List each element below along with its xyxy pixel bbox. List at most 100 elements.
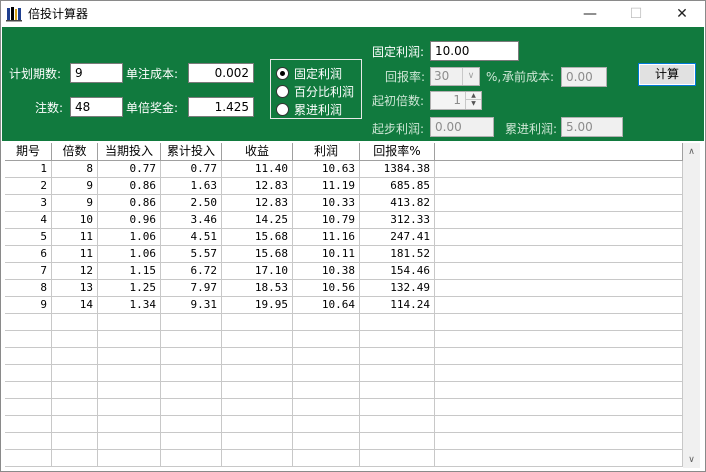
stepper-up-icon[interactable]: ▲ xyxy=(466,92,481,100)
table-row[interactable]: 6 11 1.06 5.57 15.68 10.11 181.52 xyxy=(5,246,683,263)
column-header[interactable]: 累计投入 xyxy=(161,143,222,161)
table-cell: 1.15 xyxy=(98,263,161,280)
scroll-up-icon[interactable]: ∧ xyxy=(683,143,700,160)
table-cell xyxy=(98,399,161,416)
table-cell: 8 xyxy=(52,161,98,178)
table-cell: 2 xyxy=(5,178,52,195)
table-cell xyxy=(435,263,683,280)
table-cell xyxy=(5,348,52,365)
table-cell xyxy=(98,433,161,450)
table-cell xyxy=(222,433,293,450)
results-table[interactable]: 期号 倍数 当期投入 累计投入 收益 利润 回报率% 1 8 0.77 0.77 11.40 10.6… xyxy=(5,143,683,468)
table-cell xyxy=(293,399,360,416)
table-cell xyxy=(222,399,293,416)
table-row[interactable]: 5 11 1.06 4.51 15.68 11.16 247.41 xyxy=(5,229,683,246)
start-profit-input[interactable]: 0.00 xyxy=(430,117,494,137)
vertical-scrollbar[interactable]: ∧ ∨ xyxy=(683,143,700,468)
title-bar[interactable]: 倍投计算器 — ☐ ✕ xyxy=(1,1,705,27)
single-cost-input[interactable]: 0.002 xyxy=(188,63,254,83)
progressive-profit-input[interactable]: 5.00 xyxy=(561,117,623,137)
chevron-down-icon[interactable]: ∨ xyxy=(462,68,479,85)
table-cell: 413.82 xyxy=(360,195,435,212)
bets-label: 注数: xyxy=(35,101,64,115)
start-multiple-stepper[interactable]: 1 ▲ ▼ xyxy=(430,91,482,110)
table-row[interactable]: 4 10 0.96 3.46 14.25 10.79 312.33 xyxy=(5,212,683,229)
unit-prize-input[interactable]: 1.425 xyxy=(188,97,254,117)
table-row[interactable]: 9 14 1.34 9.31 19.95 10.64 114.24 xyxy=(5,297,683,314)
table-cell: 9.31 xyxy=(161,297,222,314)
table-cell: 13 xyxy=(52,280,98,297)
column-header[interactable]: 期号 xyxy=(5,143,52,161)
empty-table-row[interactable] xyxy=(5,382,683,399)
table-cell: 0.77 xyxy=(98,161,161,178)
table-cell xyxy=(52,399,98,416)
table-cell xyxy=(435,246,683,263)
table-cell: 6 xyxy=(5,246,52,263)
table-cell xyxy=(435,365,683,382)
unit-prize-label: 单倍奖金: xyxy=(126,101,179,115)
bets-input[interactable]: 48 xyxy=(70,97,123,117)
empty-table-row[interactable] xyxy=(5,331,683,348)
minimize-button[interactable]: — xyxy=(567,1,613,27)
table-row[interactable]: 7 12 1.15 6.72 17.10 10.38 154.46 xyxy=(5,263,683,280)
maximize-button[interactable]: ☐ xyxy=(613,1,659,27)
column-header[interactable]: 收益 xyxy=(222,143,293,161)
table-cell: 5 xyxy=(5,229,52,246)
table-cell xyxy=(293,433,360,450)
table-row[interactable]: 1 8 0.77 0.77 11.40 10.63 1384.38 xyxy=(5,161,683,178)
table-cell xyxy=(98,365,161,382)
profit-mode-group: 固定利润 百分比利润 累进利润 xyxy=(270,59,362,119)
table-row[interactable]: 3 9 0.86 2.50 12.83 10.33 413.82 xyxy=(5,195,683,212)
table-cell xyxy=(161,399,222,416)
stepper-buttons: ▲ ▼ xyxy=(465,92,481,109)
table-cell xyxy=(52,416,98,433)
table-cell: 15.68 xyxy=(222,229,293,246)
empty-table-row[interactable] xyxy=(5,450,683,467)
table-cell xyxy=(98,450,161,467)
prior-cost-input[interactable]: 0.00 xyxy=(561,67,607,87)
table-row[interactable]: 2 9 0.86 1.63 12.83 11.19 685.85 xyxy=(5,178,683,195)
table-cell: 10.33 xyxy=(293,195,360,212)
radio-progressive-profit[interactable]: 累进利润 xyxy=(276,101,342,118)
fixed-profit-input[interactable]: 10.00 xyxy=(430,41,519,61)
column-header[interactable]: 倍数 xyxy=(52,143,98,161)
table-cell: 1.06 xyxy=(98,246,161,263)
table-cell: 11 xyxy=(52,246,98,263)
table-row[interactable]: 8 13 1.25 7.97 18.53 10.56 132.49 xyxy=(5,280,683,297)
scroll-down-icon[interactable]: ∨ xyxy=(683,451,700,468)
table-cell: 4.51 xyxy=(161,229,222,246)
return-rate-select[interactable]: 30 ∨ xyxy=(430,67,480,86)
radio-button-icon[interactable] xyxy=(276,103,289,116)
radio-button-icon[interactable] xyxy=(276,67,289,80)
table-cell xyxy=(360,399,435,416)
table-cell xyxy=(360,314,435,331)
table-cell xyxy=(360,416,435,433)
column-header[interactable]: 利润 xyxy=(293,143,360,161)
table-cell xyxy=(293,382,360,399)
table-cell xyxy=(161,314,222,331)
table-cell xyxy=(52,348,98,365)
empty-table-row[interactable] xyxy=(5,348,683,365)
empty-table-row[interactable] xyxy=(5,433,683,450)
table-cell: 132.49 xyxy=(360,280,435,297)
table-cell: 11 xyxy=(52,229,98,246)
calculator-app-icon xyxy=(6,7,22,22)
column-header[interactable]: 当期投入 xyxy=(98,143,161,161)
plan-periods-input[interactable]: 9 xyxy=(70,63,123,83)
empty-table-row[interactable] xyxy=(5,399,683,416)
empty-table-row[interactable] xyxy=(5,314,683,331)
table-cell: 1384.38 xyxy=(360,161,435,178)
table-cell: 9 xyxy=(52,178,98,195)
stepper-down-icon[interactable]: ▼ xyxy=(466,100,481,108)
radio-button-icon[interactable] xyxy=(276,85,289,98)
column-header[interactable]: 回报率% xyxy=(360,143,435,161)
close-button[interactable]: ✕ xyxy=(659,1,705,27)
calculate-button[interactable]: 计算 xyxy=(638,63,696,86)
table-cell xyxy=(222,365,293,382)
empty-table-row[interactable] xyxy=(5,416,683,433)
empty-table-row[interactable] xyxy=(5,365,683,382)
radio-percent-profit[interactable]: 百分比利润 xyxy=(276,83,354,100)
table-cell: 247.41 xyxy=(360,229,435,246)
radio-fixed-profit[interactable]: 固定利润 xyxy=(276,65,342,82)
table-cell: 11.40 xyxy=(222,161,293,178)
